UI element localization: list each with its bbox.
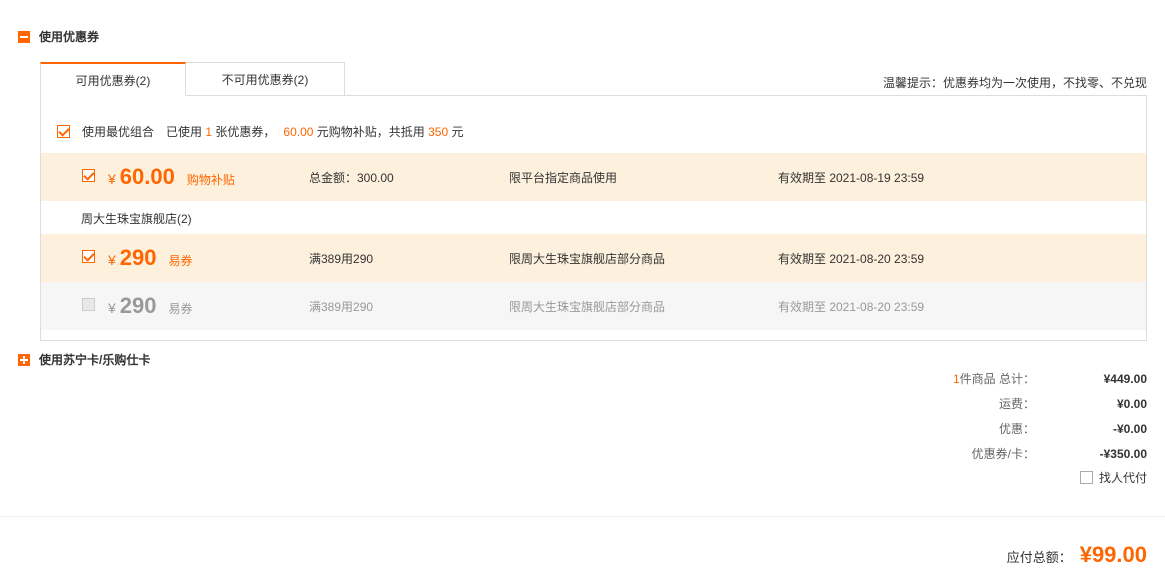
collapse-icon[interactable] bbox=[18, 30, 30, 43]
summary-coupon-row: 优惠券/卡： -¥350.00 bbox=[847, 445, 1147, 462]
coupon-condition: 满389用290 bbox=[309, 251, 374, 266]
summary-discount-label: 优惠： bbox=[998, 422, 1035, 436]
item-label: 件商品 总计： bbox=[959, 372, 1035, 386]
summary-discount-value: -¥0.00 bbox=[1112, 421, 1147, 436]
coupon-value: 60.00 bbox=[119, 164, 175, 189]
summary-discount-row: 优惠： -¥0.00 bbox=[847, 420, 1147, 437]
coupon-kind: 易券 bbox=[168, 302, 193, 316]
divider bbox=[0, 516, 1165, 517]
payable-value: ¥99.00 bbox=[1079, 542, 1147, 567]
store-label: 周大生珠宝旗舰店(2) bbox=[81, 212, 192, 226]
platform-coupon-row[interactable]: ¥ 60.00 购物补贴 总金额：300.00 限平台指定商品使用 有效期至 2… bbox=[41, 153, 1146, 201]
unit: 元 bbox=[448, 125, 464, 139]
coupon-validity: 有效期至 2021-08-20 23:59 bbox=[778, 299, 925, 314]
summary-shipping-label: 运费： bbox=[998, 397, 1035, 411]
platform-coupon-checkbox[interactable] bbox=[82, 169, 95, 182]
coupon-amount: ¥ 290 易券 bbox=[108, 245, 193, 271]
summary-coupon-label: 优惠券/卡： bbox=[971, 447, 1035, 461]
proxy-pay[interactable]: 找人代付 bbox=[1079, 469, 1147, 486]
yen-symbol: ¥ bbox=[108, 300, 116, 316]
store-coupon-checkbox-disabled bbox=[82, 298, 95, 311]
coupon-scope: 限平台指定商品使用 bbox=[509, 170, 618, 185]
coupon-value: 290 bbox=[119, 293, 157, 318]
coupon-value: 290 bbox=[119, 245, 157, 270]
yen-symbol: ¥ bbox=[108, 171, 116, 187]
payable-label: 应付总额： bbox=[1006, 550, 1072, 565]
used-mid: 张优惠券， bbox=[212, 125, 276, 139]
summary-shipping-row: 运费： ¥0.00 bbox=[847, 395, 1147, 412]
tab-unavailable-coupons[interactable]: 不可用优惠券(2) bbox=[186, 62, 345, 96]
summary-total-row: 1件商品 总计： ¥449.00 bbox=[847, 370, 1147, 387]
store-coupon-checkbox[interactable] bbox=[82, 250, 95, 263]
tab-available-coupons[interactable]: 可用优惠券(2) bbox=[40, 62, 186, 96]
subsidy-amount: 60.00 bbox=[283, 124, 314, 139]
used-count: 1 bbox=[205, 124, 213, 139]
store-coupon-row-disabled: ¥ 290 易券 满389用290 限周大生珠宝旗舰店部分商品 有效期至 202… bbox=[41, 282, 1146, 330]
coupon-panel: 使用最优组合 已使用 1 张优惠券， 60.00 元购物补贴，共抵用 350 元… bbox=[40, 95, 1147, 341]
coupon-section-title: 使用优惠券 bbox=[39, 30, 100, 44]
summary-coupon-value: -¥350.00 bbox=[1099, 446, 1147, 461]
card-section-title: 使用苏宁卡/乐购仕卡 bbox=[39, 353, 151, 367]
coupon-condition: 满389用290 bbox=[309, 299, 374, 314]
coupon-section-header[interactable]: 使用优惠券 bbox=[18, 28, 99, 45]
total-discount: 350 bbox=[428, 124, 449, 139]
store-coupon-row[interactable]: ¥ 290 易券 满389用290 限周大生珠宝旗舰店部分商品 有效期至 202… bbox=[41, 234, 1146, 282]
best-combo-checkbox[interactable] bbox=[57, 125, 70, 138]
proxy-pay-checkbox[interactable] bbox=[1079, 471, 1093, 484]
summary-shipping-value: ¥0.00 bbox=[1116, 396, 1147, 411]
best-combo-row: 使用最优组合 已使用 1 张优惠券， 60.00 元购物补贴，共抵用 350 元 bbox=[57, 123, 463, 140]
yen-symbol: ¥ bbox=[108, 252, 116, 268]
item-count: 1 bbox=[952, 372, 960, 386]
best-combo-label: 使用最优组合 bbox=[82, 125, 155, 139]
payable-total: 应付总额： ¥99.00 bbox=[1007, 542, 1147, 568]
coupon-validity: 有效期至 2021-08-19 23:59 bbox=[778, 170, 925, 185]
coupon-kind: 易券 bbox=[168, 254, 193, 268]
card-section-header[interactable]: 使用苏宁卡/乐购仕卡 bbox=[18, 351, 150, 368]
coupon-tabs: 可用优惠券(2) 不可用优惠券(2) bbox=[40, 62, 345, 96]
coupon-scope: 限周大生珠宝旗舰店部分商品 bbox=[509, 251, 666, 266]
proxy-pay-label: 找人代付 bbox=[1098, 471, 1147, 485]
coupon-condition: 总金额：300.00 bbox=[309, 170, 394, 185]
coupon-validity: 有效期至 2021-08-20 23:59 bbox=[778, 251, 925, 266]
coupon-kind: 购物补贴 bbox=[186, 173, 235, 187]
coupon-amount: ¥ 60.00 购物补贴 bbox=[108, 164, 235, 190]
summary-total-value: ¥449.00 bbox=[1103, 371, 1147, 386]
used-prefix: 已使用 bbox=[166, 125, 206, 139]
expand-icon[interactable] bbox=[18, 353, 30, 366]
coupon-tip: 温馨提示：优惠券均为一次使用，不找零、不兑现 bbox=[882, 76, 1147, 90]
coupon-amount: ¥ 290 易券 bbox=[108, 293, 193, 319]
coupon-scope: 限周大生珠宝旗舰店部分商品 bbox=[509, 299, 666, 314]
summary-total-label: 1件商品 总计： bbox=[953, 370, 1035, 387]
subsidy-mid: 元购物补贴，共抵用 bbox=[313, 125, 429, 139]
